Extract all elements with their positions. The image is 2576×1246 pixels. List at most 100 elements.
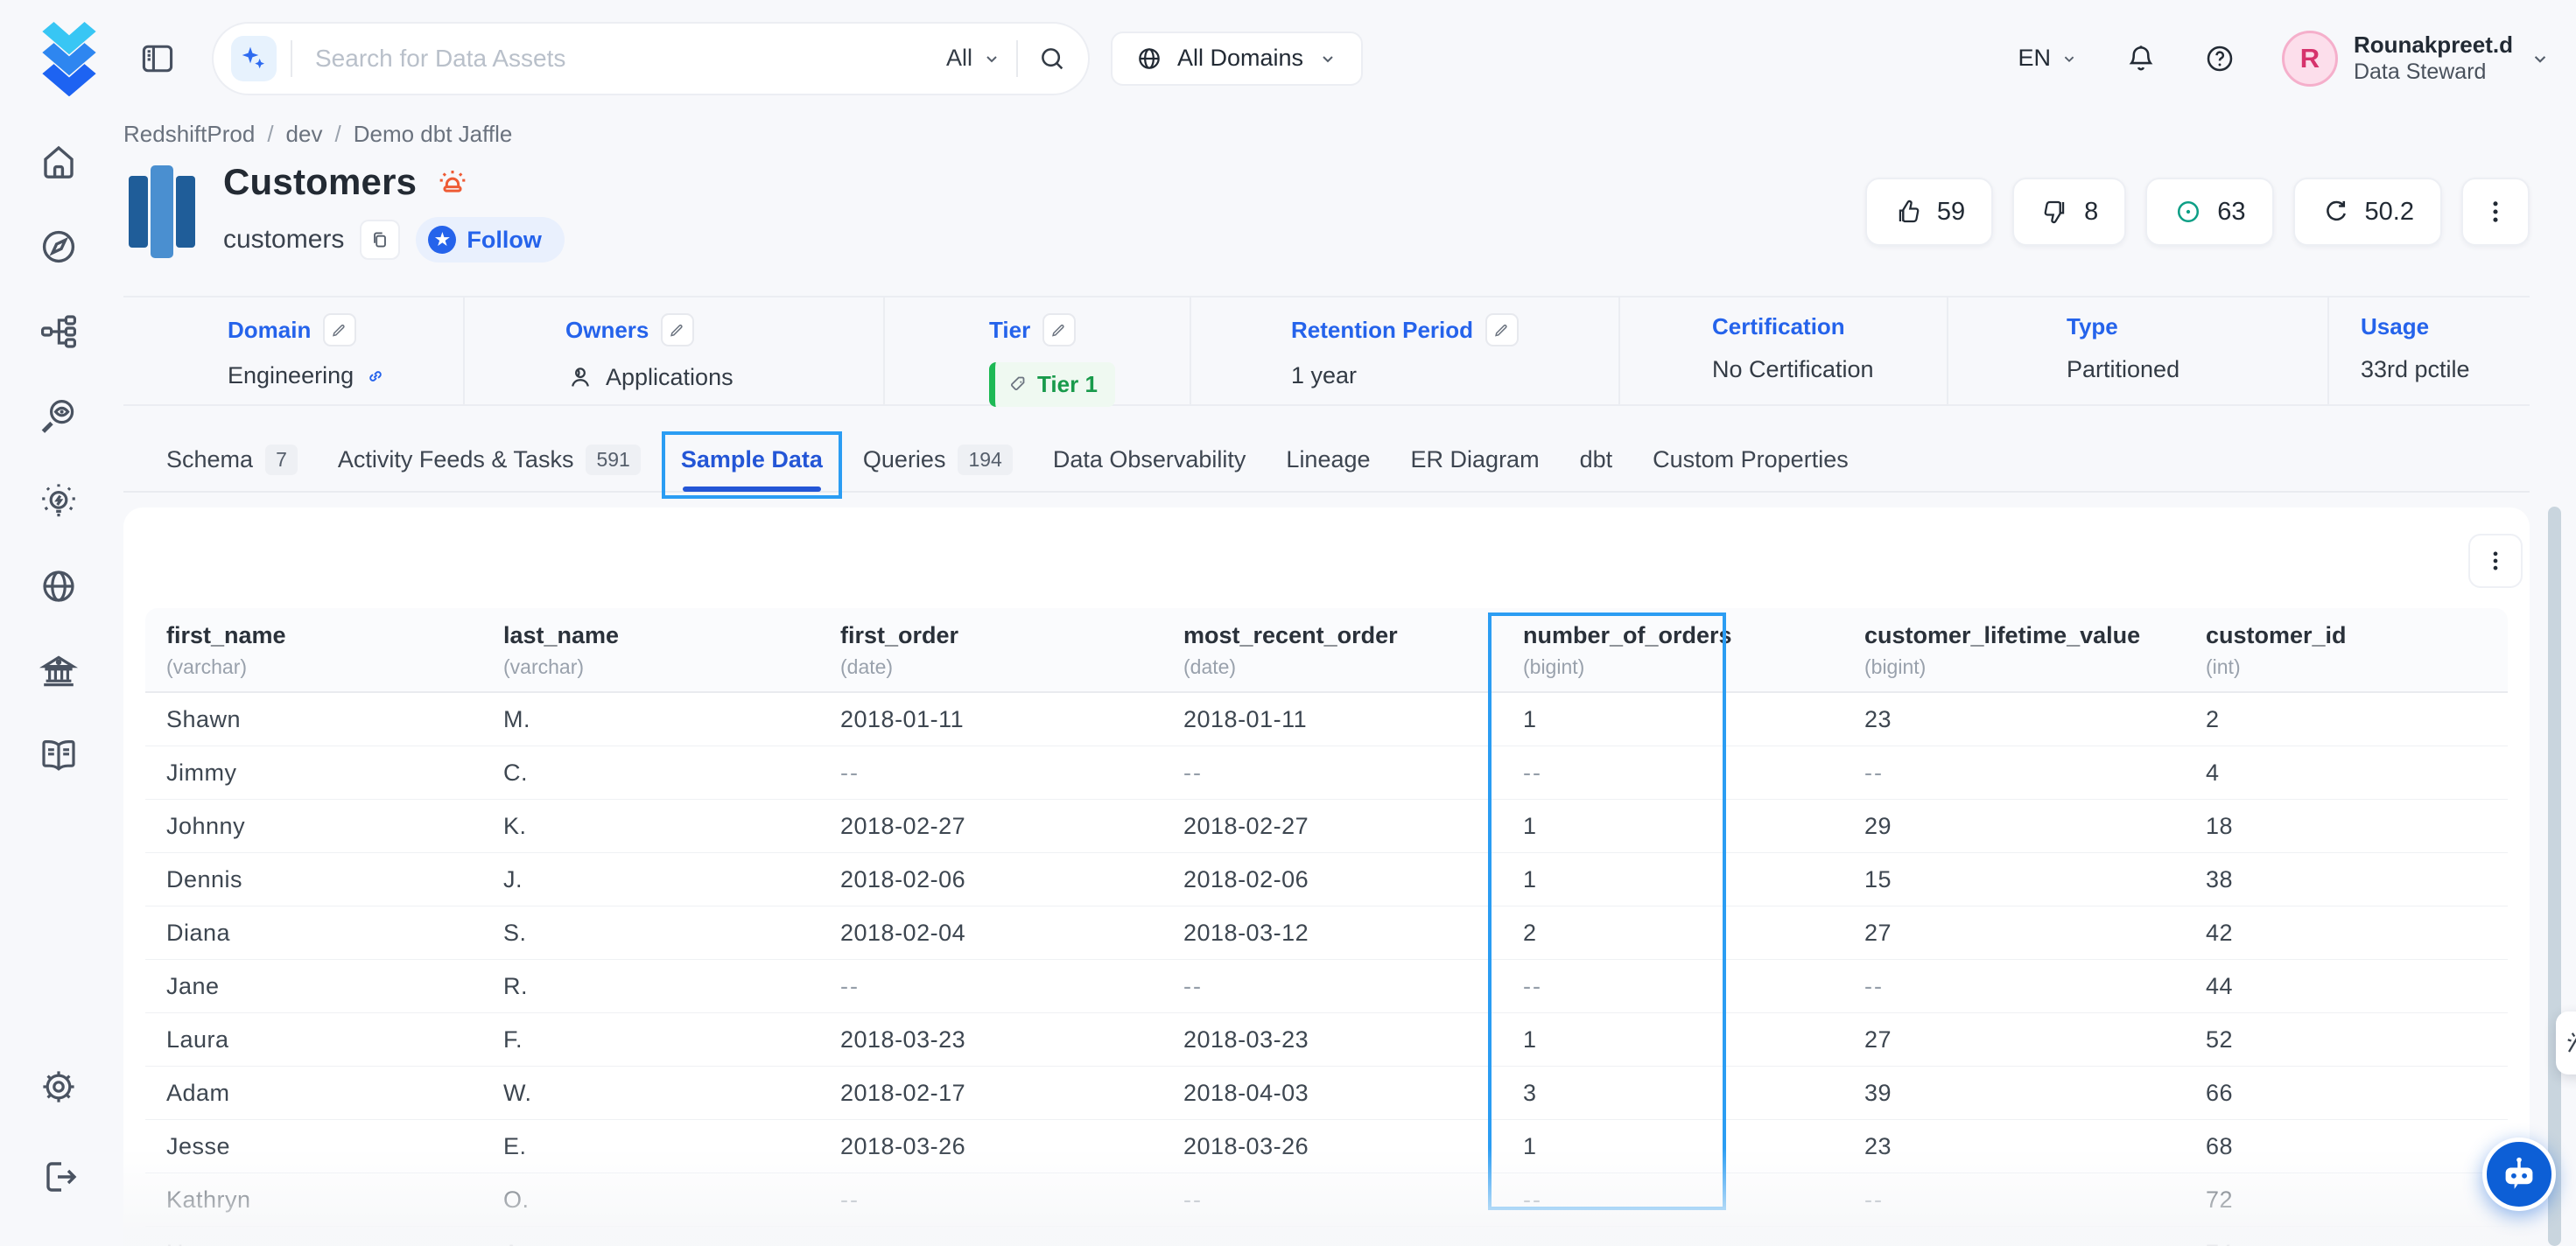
follow-button[interactable]: ★ Follow bbox=[416, 217, 564, 262]
tab-sample-data[interactable]: Sample Data bbox=[681, 446, 823, 473]
avatar-initial: R bbox=[2300, 43, 2320, 74]
copy-icon[interactable] bbox=[360, 220, 400, 260]
table-column-header[interactable]: number_of_orders (bigint) bbox=[1502, 608, 1843, 691]
alert-siren-icon[interactable] bbox=[434, 164, 471, 200]
avatar: R bbox=[2282, 31, 2338, 87]
table-cell: 2018-01-11 bbox=[819, 693, 1162, 746]
certification-value: No Certification bbox=[1712, 356, 1874, 383]
more-menu-icon[interactable] bbox=[2461, 178, 2530, 246]
upvotes-button[interactable]: 59 bbox=[1865, 178, 1993, 246]
table-column-header[interactable]: last_name (varchar) bbox=[482, 608, 819, 691]
sidebar-toggle-icon[interactable] bbox=[135, 39, 180, 78]
edit-pencil-icon[interactable] bbox=[1485, 313, 1519, 346]
user-role: Data Steward bbox=[2354, 59, 2513, 86]
table-column-header[interactable]: first_name (varchar) bbox=[145, 608, 482, 691]
atlan-logo-icon bbox=[39, 22, 100, 95]
views-button[interactable]: 63 bbox=[2145, 178, 2273, 246]
chatbot-button[interactable] bbox=[2482, 1138, 2556, 1211]
globe-icon[interactable] bbox=[38, 565, 80, 607]
breadcrumb-separator: / bbox=[334, 121, 340, 148]
edit-pencil-icon[interactable] bbox=[1042, 313, 1076, 346]
table-cell: -- bbox=[1843, 1227, 2185, 1246]
downvotes-button[interactable]: 8 bbox=[2012, 178, 2126, 246]
notifications-bell-icon[interactable] bbox=[2124, 42, 2158, 75]
home-icon[interactable] bbox=[38, 141, 80, 183]
governance-bank-icon[interactable] bbox=[38, 650, 80, 692]
table-row: DennisJ.2018-02-062018-02-0611538 bbox=[145, 853, 2508, 906]
user-name: Rounakpreet.d bbox=[2354, 31, 2513, 60]
tier-badge[interactable]: Tier 1 bbox=[989, 362, 1115, 407]
divider bbox=[291, 40, 292, 77]
search-input[interactable] bbox=[315, 45, 946, 73]
compass-icon[interactable] bbox=[38, 226, 80, 268]
owners-value[interactable]: Applications bbox=[606, 364, 733, 391]
table-cell: Johnny bbox=[145, 800, 482, 852]
table-column-header[interactable]: first_order (date) bbox=[819, 608, 1162, 691]
breadcrumb-schema[interactable]: Demo dbt Jaffle bbox=[354, 121, 513, 148]
tab-custom-properties[interactable]: Custom Properties bbox=[1653, 446, 1849, 473]
all-domains-button[interactable]: All Domains bbox=[1111, 32, 1363, 86]
help-icon[interactable] bbox=[2203, 42, 2236, 75]
domain-value[interactable]: Engineering bbox=[228, 362, 354, 389]
tab-queries[interactable]: Queries 194 bbox=[863, 444, 1013, 475]
domain-label: Domain bbox=[228, 317, 311, 344]
sample-data-table: first_name (varchar) last_name (varchar)… bbox=[145, 608, 2508, 1246]
logout-icon[interactable] bbox=[38, 1156, 80, 1198]
table-cell: E. bbox=[482, 1120, 819, 1172]
breadcrumb: RedshiftProd / dev / Demo dbt Jaffle bbox=[123, 121, 512, 148]
breadcrumb-connection[interactable]: RedshiftProd bbox=[123, 121, 255, 148]
topbar-right: EN R Rounakpreet.d Data Steward bbox=[2018, 31, 2551, 87]
table-cell: Jesse bbox=[145, 1120, 482, 1172]
breadcrumb-database[interactable]: dev bbox=[286, 121, 323, 148]
table-column-header[interactable]: most_recent_order (date) bbox=[1162, 608, 1502, 691]
tab-dbt[interactable]: dbt bbox=[1580, 446, 1613, 473]
breadcrumb-separator: / bbox=[267, 121, 273, 148]
table-cell: M. bbox=[482, 693, 819, 746]
edit-pencil-icon[interactable] bbox=[661, 313, 694, 346]
table-more-menu-icon[interactable] bbox=[2468, 534, 2523, 588]
tab-er-diagram[interactable]: ER Diagram bbox=[1411, 446, 1540, 473]
table-cell: 2018-03-26 bbox=[1162, 1120, 1502, 1172]
language-selector[interactable]: EN bbox=[2018, 45, 2079, 72]
table-cell: 2018-04-03 bbox=[1162, 1067, 1502, 1119]
tab-lineage[interactable]: Lineage bbox=[1286, 446, 1370, 473]
table-cell: 66 bbox=[2185, 1067, 2508, 1119]
table-cell: 2018-03-26 bbox=[819, 1120, 1162, 1172]
insights-bulb-icon[interactable] bbox=[38, 480, 80, 522]
table-cell: -- bbox=[1162, 1227, 1502, 1246]
table-column-header[interactable]: customer_id (int) bbox=[2185, 608, 2508, 691]
tab-schema[interactable]: Schema 7 bbox=[166, 444, 298, 475]
table-cell: -- bbox=[819, 1173, 1162, 1226]
retention-label: Retention Period bbox=[1291, 317, 1473, 344]
sample-data-card: first_name (varchar) last_name (varchar)… bbox=[123, 508, 2530, 1246]
table-cell: Dennis bbox=[145, 853, 482, 906]
search-scope-dropdown[interactable]: All bbox=[946, 45, 1002, 72]
search-icon[interactable] bbox=[1037, 44, 1067, 74]
globe-icon bbox=[1135, 45, 1163, 73]
table-cell: 27 bbox=[1843, 906, 2185, 959]
table-cell: A. bbox=[482, 1227, 819, 1246]
table-column-header[interactable]: customer_lifetime_value (bigint) bbox=[1843, 608, 2185, 691]
type-label: Type bbox=[2067, 313, 2118, 340]
settings-gear-icon[interactable] bbox=[38, 1066, 80, 1108]
glossary-book-icon[interactable] bbox=[38, 735, 80, 777]
edge-floating-card[interactable] bbox=[2556, 1012, 2576, 1074]
tab-count-badge: 591 bbox=[586, 444, 640, 475]
user-menu[interactable]: R Rounakpreet.d Data Steward bbox=[2282, 31, 2551, 87]
language-value: EN bbox=[2018, 45, 2051, 72]
freshness-button[interactable]: 50.2 bbox=[2293, 178, 2442, 246]
lineage-icon[interactable] bbox=[38, 311, 80, 353]
redshift-icon bbox=[123, 164, 200, 260]
tab-data-observability[interactable]: Data Observability bbox=[1053, 446, 1246, 473]
tab-activity-feeds[interactable]: Activity Feeds & Tasks 591 bbox=[338, 444, 641, 475]
observability-icon[interactable] bbox=[38, 396, 80, 438]
vertical-scrollbar[interactable] bbox=[2548, 507, 2561, 1246]
global-search[interactable]: All bbox=[212, 22, 1090, 95]
robot-icon bbox=[2495, 1150, 2544, 1199]
table-cell: Jimmy bbox=[145, 746, 482, 799]
edit-pencil-icon[interactable] bbox=[323, 313, 356, 346]
table-cell: -- bbox=[1502, 1227, 1843, 1246]
property-domain: Domain Engineering bbox=[123, 298, 465, 404]
search-scope-value: All bbox=[946, 45, 972, 72]
table-cell: 2018-02-06 bbox=[1162, 853, 1502, 906]
